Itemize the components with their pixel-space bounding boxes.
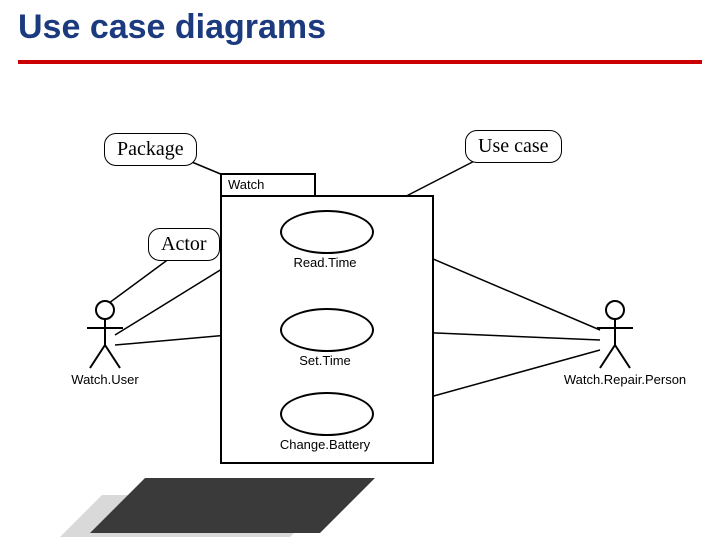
- usecase-changebattery: [280, 392, 374, 436]
- slide-root: Use case diagrams Watch Read.Time Set.Ti…: [0, 0, 720, 540]
- usecase-changebattery-label: Change.Battery: [270, 437, 380, 452]
- callout-package: Package: [104, 133, 197, 166]
- actor-right-icon: [595, 300, 635, 370]
- actor-right-label: Watch.Repair.Person: [555, 372, 695, 387]
- usecase-settime: [280, 308, 374, 352]
- usecase-settime-label: Set.Time: [280, 353, 370, 368]
- usecase-readtime-label: Read.Time: [280, 255, 370, 270]
- actor-left-label: Watch.User: [60, 372, 150, 387]
- callout-usecase: Use case: [465, 130, 562, 163]
- usecase-readtime: [280, 210, 374, 254]
- actor-left-icon: [85, 300, 125, 370]
- callout-actor: Actor: [148, 228, 220, 261]
